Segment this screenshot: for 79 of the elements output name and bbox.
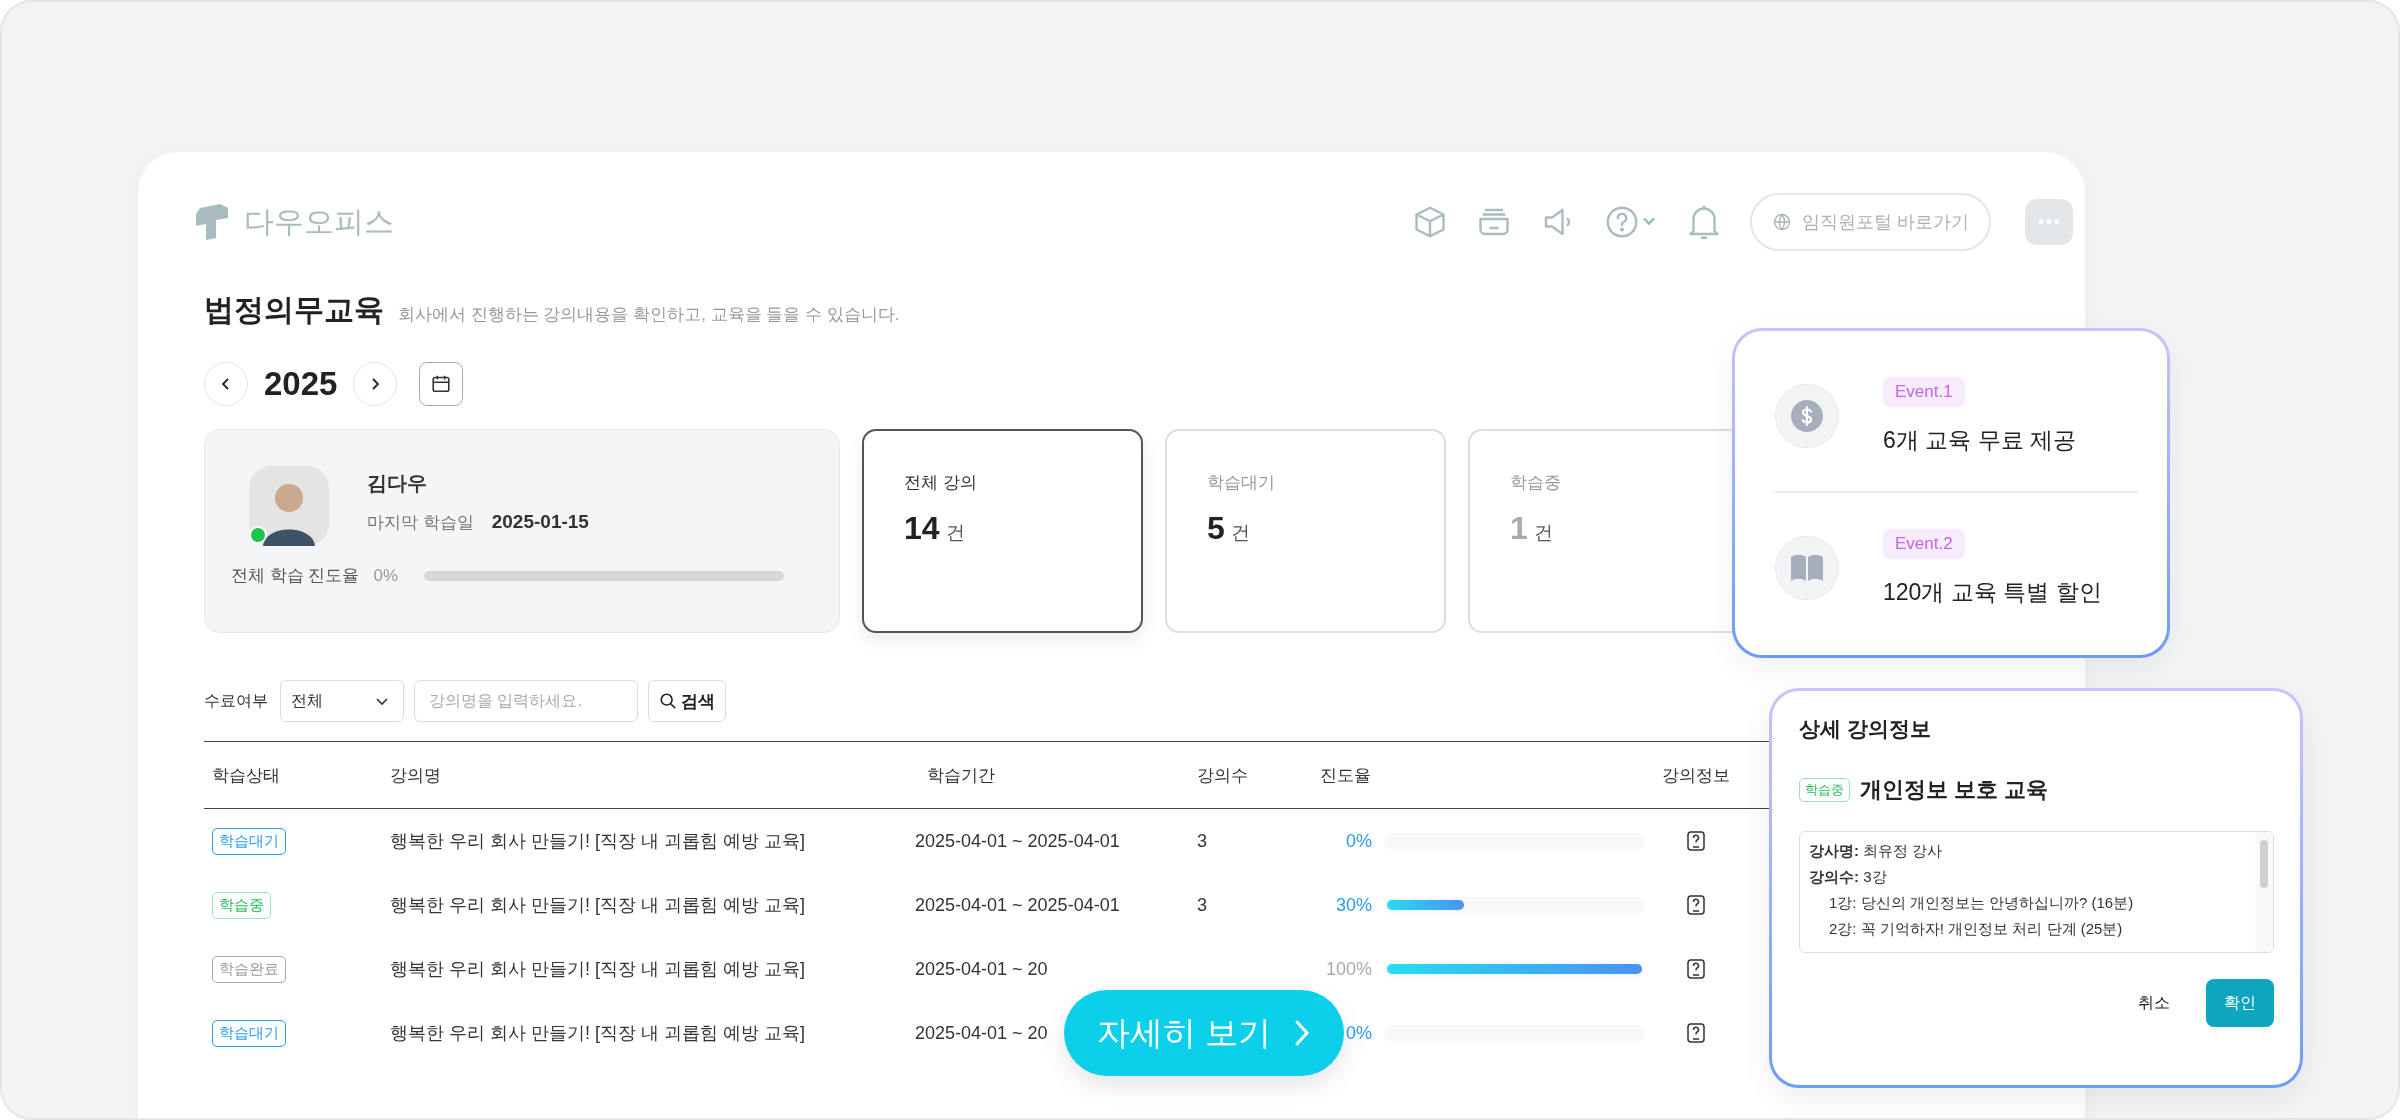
lecture-count: 3 (1196, 830, 1208, 852)
status-badge: 학습완료 (212, 955, 286, 983)
info-icon[interactable] (1686, 830, 1706, 852)
book-icon (1790, 554, 1824, 582)
column-header: 학습상태 (211, 764, 281, 787)
info-icon[interactable] (1686, 958, 1706, 980)
study-period: 2025-04-01 ~ 2025-04-01 (915, 830, 1120, 851)
study-period: 2025-04-01 ~ 20 (915, 1022, 1048, 1043)
scrollbar-thumb[interactable] (2260, 840, 2268, 888)
status-badge: 학습중 (212, 891, 271, 919)
next-year-button[interactable] (353, 362, 398, 406)
user-name: 김다우 (367, 471, 428, 496)
info-line: 강의수: 3강 (1809, 868, 1888, 887)
calendar-button[interactable] (419, 362, 464, 406)
info-icon[interactable] (1686, 894, 1706, 916)
progress-label: 전체 학습 진도율 (231, 565, 360, 587)
course-name: 행복한 우리 회사 만들기! [직장 내 괴롭힘 예방 교육] (389, 894, 806, 917)
progress-percent: 0% (1345, 830, 1372, 852)
progress-percent: 0% (1345, 1022, 1372, 1044)
stat-label: 학습대기 (1207, 472, 1276, 494)
page-title: 법정의무교육 (204, 292, 384, 328)
stat-unit: 건 (1533, 521, 1553, 545)
search-field[interactable]: 강의명을 입력하세요. (414, 680, 638, 722)
course-title: 개인정보 보호 교육 (1860, 776, 2049, 804)
event-tag: Event.1 (1883, 376, 1965, 407)
page-subtitle: 회사에서 진행하는 강의내용을 확인하고, 교육을 들을 수 있습니다. (398, 304, 900, 326)
calendar-icon (430, 373, 453, 395)
stat-count: 14 (904, 510, 940, 547)
progress-reading: 0% (373, 565, 399, 586)
dollar-icon (1791, 400, 1823, 432)
column-header: 학습기간 (926, 764, 996, 787)
stat-card[interactable]: 전체 강의 14 건 (862, 429, 1143, 633)
filter-label: 수료여부 (204, 690, 268, 711)
last-study-label: 마지막 학습일 (367, 512, 474, 534)
status-badge: 학습대기 (212, 1019, 286, 1047)
cube-icon[interactable] (1412, 204, 1448, 240)
event-tag: Event.2 (1883, 528, 1965, 559)
year-label: 2025 (264, 365, 338, 403)
search-button[interactable]: 검색 (648, 680, 726, 722)
course-name: 행복한 우리 회사 만들기! [직장 내 괴롭힘 예방 교육] (389, 958, 806, 981)
stat-count: 5 (1207, 510, 1225, 547)
column-header: 강의명 (389, 764, 442, 787)
event-title: 120개 교육 특별 할인 (1883, 577, 2102, 607)
stat-count: 1 (1510, 510, 1528, 547)
lecture-count: 3 (1196, 894, 1208, 916)
study-period: 2025-04-01 ~ 20 (915, 958, 1048, 979)
dots-icon (2037, 219, 2061, 225)
event-title: 6개 교육 무료 제공 (1883, 425, 2076, 455)
stat-label: 전체 강의 (904, 472, 978, 494)
column-header: 강의정보 (1661, 764, 1731, 787)
column-header: 진도율 (1319, 764, 1372, 787)
progress-percent: 100% (1324, 958, 1372, 980)
info-icon[interactable] (1686, 1022, 1706, 1044)
progress-percent: 30% (1334, 894, 1372, 916)
globe-icon (1772, 212, 1792, 232)
stat-card[interactable]: 학습대기 5 건 (1165, 429, 1446, 633)
completion-select[interactable]: 전체 (280, 680, 404, 722)
status-badge: 학습중 (1799, 778, 1850, 802)
status-badge: 학습대기 (212, 827, 286, 855)
help-icon[interactable] (1604, 204, 1658, 240)
column-header: 강의수 (1196, 764, 1249, 787)
avatar-icon (249, 466, 329, 546)
info-line: 1강: 당신의 개인정보는 안녕하십니까? (16분) (1828, 894, 2135, 913)
popup-title: 상세 강의정보 (1799, 716, 1932, 742)
stat-unit: 건 (1230, 521, 1250, 545)
logo-text: 다우오피스 (244, 203, 394, 240)
previous-year-button[interactable] (204, 362, 248, 406)
cancel-button[interactable]: 취소 (2132, 991, 2176, 1015)
last-study-date: 2025-01-15 (491, 511, 589, 533)
info-line: 강사명: 최유정 강사 (1809, 842, 1944, 861)
course-name: 행복한 우리 회사 만들기! [직장 내 괴롭힘 예방 교육] (389, 830, 806, 853)
study-period: 2025-04-01 ~ 2025-04-01 (915, 894, 1120, 915)
more-button[interactable] (2025, 199, 2073, 245)
chevron-right-icon (1293, 1018, 1312, 1048)
stat-unit: 건 (945, 521, 965, 545)
course-name: 행복한 우리 회사 만들기! [직장 내 괴롭힘 예방 교육] (389, 1022, 806, 1045)
info-line: 2강: 꼭 기억하자! 개인정보 처리 단계 (25분) (1828, 920, 2124, 939)
search-icon (659, 692, 677, 710)
stat-label: 학습중 (1510, 472, 1562, 494)
